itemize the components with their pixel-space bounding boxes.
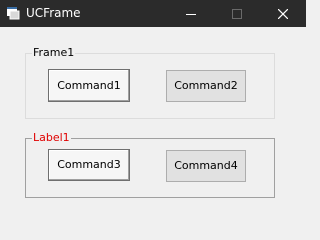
command2-button[interactable]: Command2 — [166, 70, 246, 102]
close-icon — [278, 8, 288, 19]
minimize-icon — [186, 13, 196, 15]
maximize-button[interactable] — [214, 0, 260, 27]
window-title: UCFrame — [26, 6, 81, 20]
command1-button[interactable]: Command1 — [48, 69, 130, 102]
close-button[interactable] — [260, 0, 306, 27]
minimize-button[interactable] — [168, 0, 214, 27]
app-window: UCFrame Frame1 Command1 Command2 Label1 … — [0, 0, 306, 228]
frame2-caption-label1: Label1 — [32, 131, 71, 145]
title-bar[interactable]: UCFrame — [0, 0, 306, 27]
command3-button[interactable]: Command3 — [48, 149, 130, 181]
command4-button[interactable]: Command4 — [166, 150, 246, 182]
maximize-icon — [232, 8, 242, 19]
app-icon[interactable] — [6, 6, 20, 20]
frame1-caption: Frame1 — [32, 46, 76, 60]
